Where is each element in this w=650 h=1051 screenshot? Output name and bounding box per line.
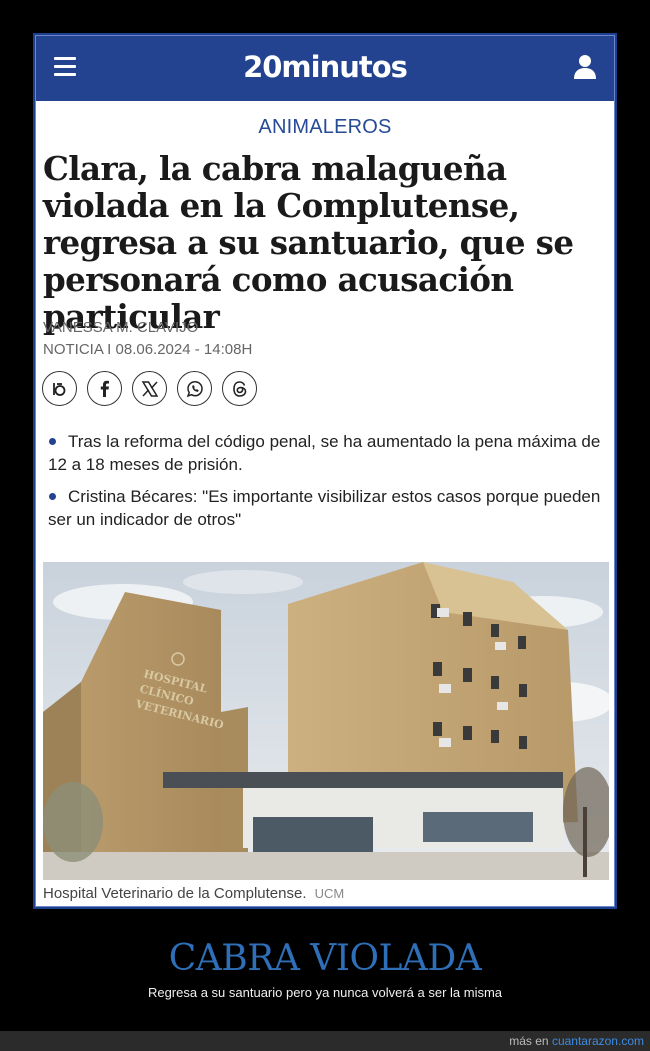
summary-bullet: Tras la reforma del código penal, se ha … — [48, 430, 605, 476]
footer-prefix: más en — [509, 1034, 549, 1048]
whatsapp-share-icon[interactable] — [177, 371, 212, 406]
article-headline: Clara, la cabra malagueña violada en la … — [43, 149, 574, 336]
threads-share-icon[interactable] — [222, 371, 257, 406]
footer-bar: más en cuantarazon.com — [0, 1031, 650, 1051]
x-share-icon[interactable] — [132, 371, 167, 406]
summary-bullets: Tras la reforma del código penal, se ha … — [48, 430, 605, 540]
top-navigation-bar: 20minutos — [35, 35, 615, 101]
summary-bullet: Cristina Bécares: "Es importante visibil… — [48, 485, 605, 531]
photo-credit: UCM — [314, 886, 345, 901]
photo-caption: Hospital Veterinario de la Complutense. … — [43, 885, 344, 902]
article-photo[interactable]: HOSPITAL CLÍNICO VETERINARIO — [43, 562, 609, 880]
article-screenshot: 20minutos ANIMALEROS Clara, la cabra mal… — [33, 33, 617, 909]
footer-credit: más en cuantarazon.com — [509, 1034, 644, 1048]
author-name[interactable]: Vanessa M. Clavijo — [43, 317, 252, 339]
facebook-share-icon[interactable] — [87, 371, 122, 406]
meme-title: CABRA VIOLADA — [168, 938, 482, 979]
article-date: NOTICIA I 08.06.2024 - 14:08h — [43, 341, 253, 358]
caption-text: Hospital Veterinario de la Complutense. — [43, 885, 307, 902]
bluesky-share-icon[interactable] — [42, 371, 77, 406]
meme-subtitle: Regresa a su santuario pero ya nunca vol… — [147, 985, 503, 1000]
byline: Vanessa M. Clavijo NOTICIA I 08.06.2024 … — [43, 317, 252, 361]
footer-site-link[interactable]: cuantarazon.com — [552, 1034, 644, 1048]
site-logo[interactable]: 20minutos — [35, 50, 615, 84]
user-icon[interactable] — [573, 54, 597, 80]
section-label[interactable]: ANIMALEROS — [35, 116, 615, 139]
share-buttons — [42, 371, 257, 406]
